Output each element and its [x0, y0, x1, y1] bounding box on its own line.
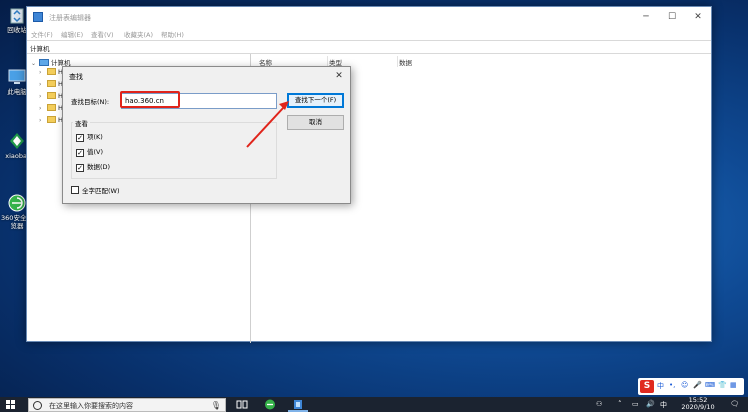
folder-icon	[47, 68, 56, 75]
clock-date: 2020/9/10	[681, 403, 715, 411]
emoji-icon[interactable]: ☺	[681, 381, 688, 389]
option-data[interactable]: ✓ 数据(D)	[76, 163, 110, 172]
notification-icon[interactable]: 🗨	[730, 400, 739, 408]
360-browser-icon	[8, 194, 26, 212]
tree-item[interactable]: › H	[39, 68, 63, 78]
checkbox-unchecked-icon[interactable]	[71, 186, 79, 194]
menu-help[interactable]: 帮助(H)	[161, 29, 184, 39]
menu-bar: 文件(F) 编辑(E) 查看(V) 收藏夹(A) 帮助(H)	[27, 27, 711, 40]
folder-icon	[47, 92, 56, 99]
find-dialog: 查找 ✕ 查找目标(N): 查找下一个(F) 取消 查看 ✓项(K) ✓值(V)…	[62, 66, 351, 204]
desktop-icon-label: 回收站	[7, 26, 27, 34]
skin-icon[interactable]: 👕	[718, 381, 727, 389]
regedit-taskbar-icon[interactable]	[292, 399, 304, 410]
checkbox-checked-icon[interactable]: ✓	[76, 149, 84, 157]
360-browser-taskbar-icon[interactable]	[264, 399, 276, 410]
folder-icon	[47, 80, 56, 87]
option-match-whole-string[interactable]: 全字匹配(W)	[71, 186, 120, 195]
address-path: 计算机	[30, 45, 50, 53]
system-clock[interactable]: 15:52 2020/9/10	[676, 397, 720, 411]
task-view-icon[interactable]	[236, 399, 248, 410]
address-bar[interactable]: 计算机	[27, 40, 711, 54]
checkbox-checked-icon[interactable]: ✓	[76, 164, 84, 172]
option-label: 数据(D)	[87, 163, 111, 171]
expand-arrow-icon[interactable]: ›	[39, 69, 47, 76]
menu-file[interactable]: 文件(F)	[31, 29, 53, 39]
minimize-button[interactable]: ─	[633, 7, 659, 27]
search-placeholder: 在这里输入你要搜索的内容	[49, 402, 133, 410]
option-label: 项(K)	[87, 133, 103, 141]
expand-arrow-icon[interactable]: ›	[39, 93, 47, 100]
column-header-data[interactable]: 数据	[399, 57, 412, 67]
cancel-button[interactable]: 取消	[287, 115, 344, 130]
checkbox-checked-icon[interactable]: ✓	[76, 134, 84, 142]
column-divider[interactable]	[397, 56, 398, 67]
start-windows-icon[interactable]	[6, 400, 16, 410]
window-title: 注册表编辑器	[49, 14, 91, 22]
search-icon	[33, 401, 42, 410]
regedit-app-icon	[33, 12, 43, 22]
tree-item[interactable]: › H	[39, 104, 63, 114]
expand-arrow-icon[interactable]: ›	[39, 81, 47, 88]
menu-view[interactable]: 查看(V)	[91, 29, 114, 39]
tree-item[interactable]: › H	[39, 92, 63, 102]
punctuation-icon[interactable]: •,	[669, 381, 675, 389]
taskbar: 在这里输入你要搜索的内容 🎙 ⚇ ˄ ▭ 🔊 中 15:52 2020/9/10…	[0, 397, 748, 412]
find-next-button[interactable]: 查找下一个(F)	[287, 93, 344, 108]
people-icon[interactable]: ⚇	[596, 400, 602, 408]
folder-icon	[47, 116, 56, 123]
menu-edit[interactable]: 编辑(E)	[61, 29, 83, 39]
computer-icon	[8, 69, 26, 84]
keyboard-icon[interactable]: ⌨	[705, 381, 715, 389]
computer-icon	[39, 59, 49, 66]
option-label: 全字匹配(W)	[82, 187, 120, 195]
taskbar-search-box[interactable]: 在这里输入你要搜索的内容 🎙	[28, 398, 226, 412]
network-icon[interactable]: ▭	[632, 400, 639, 408]
look-at-label: 查看	[73, 118, 90, 128]
find-what-label: 查找目标(N):	[71, 98, 110, 106]
sogou-logo-icon: S	[640, 380, 654, 393]
option-keys[interactable]: ✓ 项(K)	[76, 133, 103, 142]
option-label: 值(V)	[87, 148, 104, 156]
tree-item[interactable]: › H	[39, 116, 63, 126]
folder-icon	[47, 104, 56, 111]
collapse-arrow-icon[interactable]: ⌄	[31, 60, 39, 67]
ime-toolbar[interactable]: S 中 •, ☺ 🎤 ⌨ 👕 ▦	[638, 378, 744, 395]
expand-arrow-icon[interactable]: ›	[39, 105, 47, 112]
xiaobai-icon	[10, 133, 24, 149]
dialog-title: 查找	[69, 73, 83, 81]
microphone-icon[interactable]: 🎙	[211, 401, 221, 410]
expand-arrow-icon[interactable]: ›	[39, 117, 47, 124]
recycle-bin-icon	[10, 8, 24, 24]
close-button[interactable]: ✕	[685, 7, 711, 27]
ime-mode-label[interactable]: 中	[657, 381, 664, 391]
volume-icon[interactable]: 🔊	[646, 400, 655, 408]
desktop-icon-label: 此电脑	[7, 88, 27, 96]
show-hidden-icons-icon[interactable]: ˄	[618, 400, 622, 408]
menu-grid-icon[interactable]: ▦	[730, 381, 737, 389]
tree-item[interactable]: › H	[39, 80, 63, 90]
ime-taskbar-label[interactable]: 中	[660, 400, 667, 410]
find-what-input[interactable]	[121, 93, 277, 109]
menu-favorites[interactable]: 收藏夹(A)	[124, 29, 153, 39]
title-bar: 注册表编辑器 ─ ☐ ✕	[27, 7, 711, 27]
maximize-button[interactable]: ☐	[659, 7, 685, 27]
option-values[interactable]: ✓ 值(V)	[76, 148, 103, 157]
dialog-close-icon[interactable]: ✕	[331, 68, 347, 84]
voice-icon[interactable]: 🎤	[693, 381, 702, 389]
